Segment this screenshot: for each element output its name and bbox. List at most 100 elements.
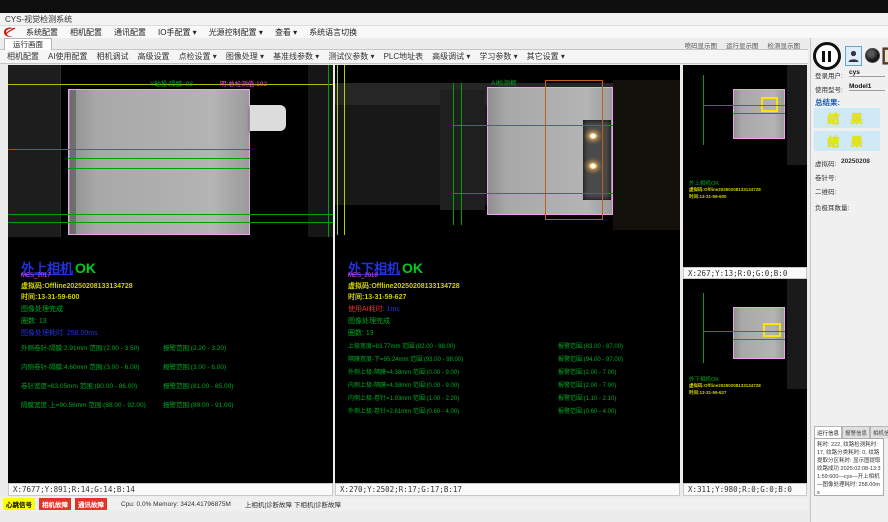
measurement-text: 外侧卷针-隔膜:2.91mm 范围:(2.00 - 3.50) [21, 342, 163, 352]
tab-roller [250, 105, 286, 131]
toolbar-other-settings[interactable]: 其它设置 ▾ [527, 51, 565, 62]
measure-line-vertical [328, 65, 329, 237]
measurement-alarm: 报警范围:(83.00 - 87.00) [558, 341, 623, 350]
toolbar-camera-config[interactable]: 相机配置 [7, 51, 39, 62]
hint-code-display[interactable]: 喷码显示图 [685, 40, 718, 50]
toolbar-tester-params[interactable]: 测试仪参数 ▾ [328, 51, 374, 62]
lower-camera-view[interactable]: AI检测框 外下相机OK MES_2018 虚拟码:Offline2025020… [335, 65, 680, 483]
measure-line [8, 149, 250, 150]
machine-frame-left [8, 65, 61, 237]
measurement-row: 隔膜宽度-上=90.56mm 范围:(88.00 - 92.00)报警范围:(8… [21, 394, 233, 413]
menu-item-system-config[interactable]: 系统配置 [20, 27, 64, 38]
thumb-title: 外下相机OK [689, 375, 719, 383]
image-label-green: Y轴投:隔膜: 93 [150, 78, 193, 88]
processing-done-line: 图像处理完成 [21, 304, 63, 314]
upper-camera-thumbnail[interactable]: 外上相机OK 虚拟码:Offline20250208133134728 时间:1… [683, 65, 807, 267]
toolbar: 相机配置 AI使用配置 相机调试 高级设置 点检设置 ▾ 图像处理 ▾ 基准线参… [0, 50, 808, 64]
model-label: 使用型号: [815, 84, 843, 94]
login-user-label: 登录用户: [815, 70, 843, 80]
app-logo-icon [3, 27, 16, 38]
pause-bar [828, 51, 831, 62]
mes-line: MES_2018 [348, 273, 378, 279]
app-window: CYS-视觉检测系统 系统配置 相机配置 通讯配置 IO手配置 ▾ 光源控制配置… [0, 0, 888, 522]
machine-column [440, 90, 485, 210]
exit-button[interactable] [882, 46, 888, 65]
tab-run-screen[interactable]: 运行画面 [4, 38, 52, 50]
toolbar-camera-debug[interactable]: 相机调试 [97, 51, 129, 62]
toolbar-plc-address[interactable]: PLC地址表 [384, 51, 424, 62]
lens-button[interactable] [865, 48, 880, 63]
measure-line-vertical [703, 293, 704, 363]
log-output[interactable]: 耗时: 222, 纹路检测耗时: 17, 纹路分类耗时: 0, 纹路提取分区耗时… [814, 438, 884, 496]
measurement-row: 内侧上极-隔膜=4.38mm 范围:(0.00 - 9.00)报警范围:(2.0… [348, 378, 623, 391]
toolbar-image-processing[interactable]: 图像处理 ▾ [226, 51, 264, 62]
measurement-row: 卷针宽度=83.05mm 范围:(80.00 - 86.00)报警范围:(81.… [21, 375, 233, 394]
measure-line [453, 193, 613, 194]
menu-item-comm-config[interactable]: 通讯配置 [108, 27, 152, 38]
measure-line-vertical [703, 75, 704, 145]
virtual-code-label: 虚拟码: [815, 158, 836, 168]
result-badge-upper: 结 果 [814, 108, 880, 128]
measurement-row: 内侧上极-卷针=1.93mm 范围:(1.00 - 2.20)报警范围:(1.1… [348, 391, 623, 404]
highlight-box [763, 323, 781, 337]
hint-detect-display[interactable]: 检测显示图 [768, 40, 801, 50]
measurement-alarm: 报警范围:(89.00 - 91.00) [163, 399, 233, 409]
toolbar-learning-params[interactable]: 学习参数 ▾ [479, 51, 517, 62]
qr-code-label: 二维码: [815, 186, 836, 196]
toolbar-baseline-params[interactable]: 基准线参数 ▾ [273, 51, 319, 62]
camera-fault-badge: 相机故障 [39, 498, 71, 510]
measurement-list: 上极宽度=83.77mm 范围:(82.00 - 88.00)报警范围:(83.… [348, 339, 623, 417]
thumb-code-line: 虚拟码:Offline20250208133134728 [689, 187, 761, 193]
upper-thumbnail-coords: X:267;Y:13;R:0;G:0;B:0 [683, 267, 807, 279]
toolbar-ai-config[interactable]: AI使用配置 [48, 51, 88, 62]
measure-line [733, 113, 785, 114]
pause-button[interactable] [813, 42, 841, 70]
user-icon [848, 50, 859, 63]
lower-camera-coords: X:270;Y:2502;R:17;G:17;B:17 [335, 483, 680, 496]
menu-item-light-config[interactable]: 光源控制配置 ▾ [203, 27, 269, 38]
camera-diagnostic-status: 上相机|诊断故障 下相机|诊断故障 [245, 499, 341, 509]
image-label-magenta: 明:总检测值:192 [220, 78, 267, 88]
machine-frame-right [308, 65, 333, 237]
pause-bar [822, 51, 825, 62]
measure-line [703, 105, 785, 106]
thumb-title: 外上相机OK [689, 179, 719, 187]
virtual-code-line: 虚拟码:Offline20250208133134728 [348, 281, 460, 291]
lower-camera-thumbnail[interactable]: 外下相机OK 虚拟码:Offline20250208133134728 时间:1… [683, 279, 807, 483]
pin-number-label: 卷针号: [815, 172, 836, 182]
thumb-time-line: 时间:13-31-59-627 [689, 390, 727, 396]
screen-top-strip [0, 0, 888, 13]
measurement-alarm: 报警范围:(2.00 - 7.00) [558, 380, 616, 389]
cpu-memory-status: Cpu: 0.0% Memory: 3424.41796875M [121, 501, 231, 508]
toolbar-advanced-settings[interactable]: 高级设置 [138, 51, 170, 62]
window-title-bar: CYS-视觉检测系统 [0, 13, 888, 26]
menu-item-camera-config[interactable]: 相机配置 [64, 27, 108, 38]
upper-camera-view[interactable]: Y轴投:隔膜: 93 明:总检测值:192 外上相机OK MES_2017 虚拟… [8, 65, 333, 483]
measure-line-vertical [461, 83, 462, 225]
toolbar-spot-check[interactable]: 点检设置 ▾ [179, 51, 217, 62]
measurement-row: 外侧上极-卷针=2.61mm 范围:(0.60 - 4.00)报警范围:(0.6… [348, 404, 623, 417]
ai-detection-box [545, 80, 603, 220]
measurement-row: 外侧上极-隔膜=4.38mm 范围:(0.00 - 9.00)报警范围:(2.0… [348, 365, 623, 378]
measurement-text: 上极宽度=83.77mm 范围:(82.00 - 88.00) [348, 341, 558, 350]
heartbeat-status-badge: 心跳信号 [3, 498, 35, 510]
menu-item-view[interactable]: 查看 ▾ [269, 27, 303, 38]
ai-cost-value: 1ms [387, 306, 400, 313]
user-login-button[interactable] [845, 46, 862, 66]
hint-run-display[interactable]: 运行显示图 [726, 40, 759, 50]
measurement-alarm: 报警范围:(1.10 - 2.10) [558, 393, 616, 402]
processing-done-line: 图像处理完成 [348, 316, 390, 326]
time-line: 时间:13-31-59-627 [348, 292, 406, 302]
lower-thumbnail-coords: X:311;Y:980;R:0;G:0;B:0 [683, 483, 807, 496]
menu-item-language-switch[interactable]: 系统语言切换 [303, 27, 363, 38]
menu-item-io-config[interactable]: IO手配置 ▾ [152, 27, 203, 38]
window-title: CYS-视觉检测系统 [5, 14, 72, 25]
measurement-alarm: 报警范围:(2.20 - 3.20) [163, 342, 226, 352]
measurement-alarm: 报警范围:(3.00 - 6.00) [163, 361, 226, 371]
turns-line: 圈数: 13 [21, 316, 47, 326]
measurement-text: 外侧上极-卷针=2.61mm 范围:(0.60 - 4.00) [348, 406, 558, 415]
toolbar-advanced-debug[interactable]: 高级调试 ▾ [432, 51, 470, 62]
measure-line [68, 158, 250, 159]
cell-edge-shadow [70, 90, 76, 234]
measurement-text: 内侧上极-隔膜=4.38mm 范围:(0.00 - 9.00) [348, 380, 558, 389]
